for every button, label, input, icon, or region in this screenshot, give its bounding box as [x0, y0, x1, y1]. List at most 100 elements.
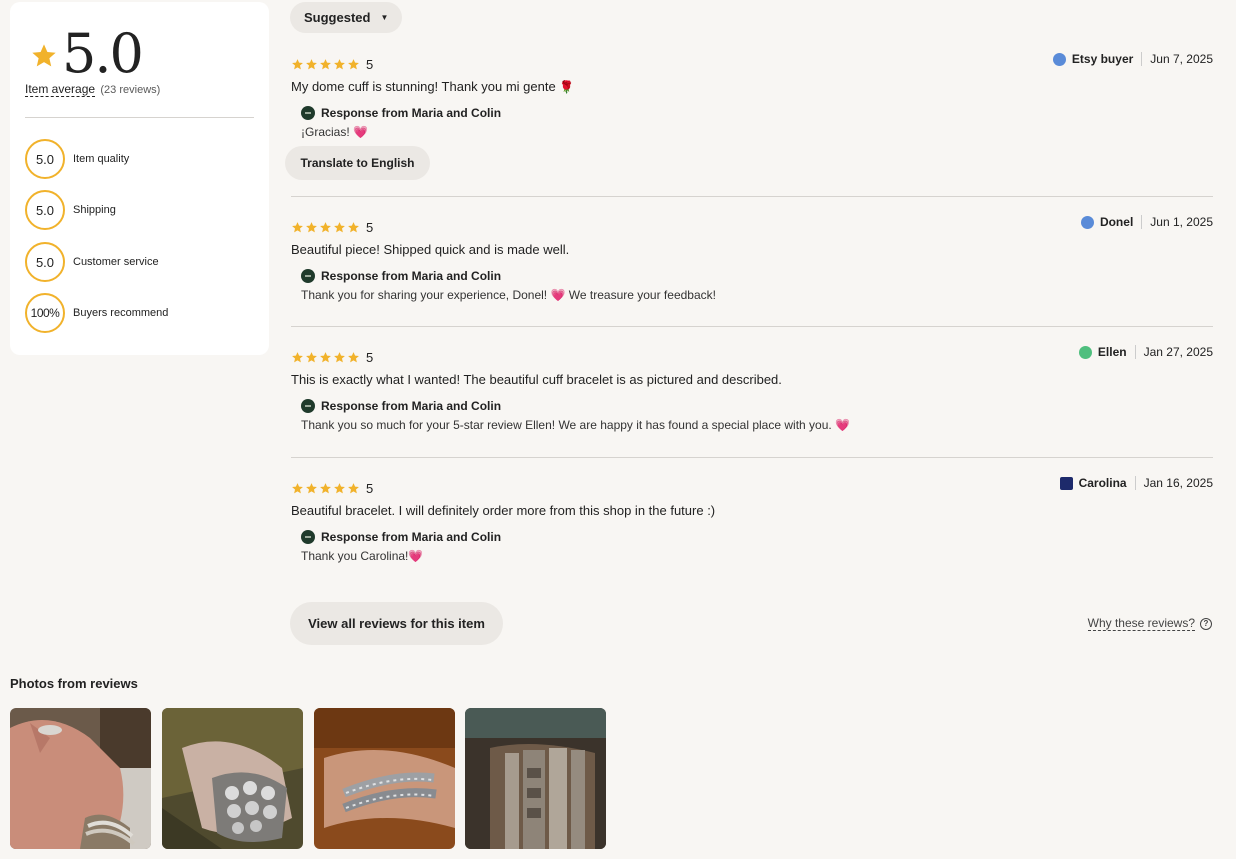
shop-avatar-icon	[301, 399, 315, 413]
star-rating	[291, 482, 360, 495]
user-avatar-icon	[1052, 52, 1066, 66]
why-these-reviews-link[interactable]: Why these reviews? ?	[1087, 616, 1212, 631]
rating-number: 5	[366, 56, 374, 72]
star-icon	[32, 44, 56, 67]
reviewer[interactable]: Carolina	[1059, 476, 1127, 490]
review-photo[interactable]	[465, 708, 606, 849]
star-icon	[306, 58, 317, 69]
response-header: Response from Maria and Colin	[301, 106, 1213, 120]
response-body: ¡Gracias!	[301, 125, 350, 139]
star-icon	[334, 351, 345, 362]
review-photo[interactable]	[10, 708, 151, 849]
photos-section-title: Photos from reviews	[10, 676, 138, 691]
star-icon	[320, 351, 331, 362]
review-meta: Ellen Jan 27, 2025	[1078, 345, 1213, 359]
review-item: 5 This is exactly what I wanted! The bea…	[291, 345, 1213, 432]
reviewer[interactable]: Ellen	[1078, 345, 1127, 359]
rating-number: 5	[366, 349, 374, 365]
help-icon: ?	[1200, 617, 1212, 630]
divider	[1134, 345, 1136, 359]
sort-dropdown[interactable]: Suggested ▼	[290, 2, 402, 33]
review-date: Jan 27, 2025	[1143, 345, 1213, 359]
rating-number: 5	[366, 219, 374, 235]
why-label: Why these reviews?	[1087, 616, 1195, 631]
star-icon	[292, 351, 303, 362]
review-text: My dome cuff is stunning! Thank you mi g…	[291, 79, 1213, 94]
response-text: Thank you Carolina!💗	[301, 549, 1213, 563]
review-text: Beautiful bracelet. I will definitely or…	[291, 503, 716, 518]
star-icon	[320, 58, 331, 69]
reviewer-name: Carolina	[1078, 476, 1127, 490]
sort-label: Suggested	[304, 10, 371, 25]
review-photo-image	[314, 708, 455, 849]
reviewer-name: Donel	[1099, 215, 1134, 229]
metric-label: Customer service	[73, 256, 159, 268]
user-avatar-icon	[1080, 215, 1094, 229]
response-body: Thank you Carolina!	[301, 549, 409, 563]
review-item: 5 My dome cuff is stunning! Thank you mi…	[291, 52, 1213, 139]
star-rating	[291, 221, 360, 234]
shop-avatar-icon	[301, 106, 315, 120]
star-icon	[292, 221, 303, 232]
review-meta: Carolina Jan 16, 2025	[1059, 476, 1213, 490]
review-photo[interactable]	[314, 708, 455, 849]
average-rating: 5.0	[30, 22, 144, 85]
star-icon	[306, 482, 317, 493]
response-text: Thank you for sharing your experience, D…	[301, 288, 1213, 302]
divider	[1134, 476, 1136, 490]
divider	[1141, 52, 1143, 66]
view-all-reviews-button[interactable]: View all reviews for this item	[290, 602, 503, 645]
star-icon	[306, 221, 317, 232]
translate-button[interactable]: Translate to English	[285, 146, 430, 180]
metric-label: Item quality	[73, 153, 130, 165]
response-text: Thank you so much for your 5-star review…	[301, 418, 1213, 432]
response-header: Response from Maria and Colin	[301, 399, 1213, 413]
metric-item-quality: 5.0 Item quality	[25, 139, 129, 179]
star-icon	[334, 58, 345, 69]
review-photo-image	[465, 708, 606, 849]
metric-score-ring: 100%	[25, 293, 65, 333]
shop-avatar-icon	[301, 269, 315, 283]
star-icon	[334, 482, 345, 493]
seller-response: Response from Maria and Colin Thank you …	[301, 399, 1213, 432]
star-icon	[348, 58, 359, 69]
reviewer-name: Ellen	[1097, 345, 1127, 359]
star-icon	[292, 58, 303, 69]
reviewer[interactable]: Etsy buyer	[1052, 52, 1133, 66]
star-rating	[291, 58, 360, 71]
review-photo[interactable]	[162, 708, 303, 849]
response-header: Response from Maria and Colin	[301, 269, 1213, 283]
average-score: 5.0	[62, 22, 144, 85]
review-photo-image	[10, 708, 151, 849]
heart-emoji-icon: 💗	[408, 549, 424, 563]
response-body: Thank you for sharing your experience, D…	[301, 288, 548, 302]
user-avatar-icon	[1059, 476, 1073, 490]
review-meta: Donel Jun 1, 2025	[1080, 215, 1213, 229]
user-avatar-icon	[1078, 345, 1092, 359]
review-text: Beautiful piece! Shipped quick and is ma…	[291, 242, 570, 257]
seller-response: Response from Maria and Colin Thank you …	[301, 269, 1213, 302]
response-title: Response from Maria and Colin	[321, 530, 502, 544]
seller-response: Response from Maria and Colin ¡Gracias! …	[301, 106, 1213, 139]
response-title: Response from Maria and Colin	[321, 399, 502, 413]
response-title: Response from Maria and Colin	[321, 269, 502, 283]
divider	[25, 117, 254, 118]
response-body-tail: We treasure your feedback!	[568, 288, 716, 302]
star-icon	[348, 221, 359, 232]
reviewer[interactable]: Donel	[1080, 215, 1134, 229]
item-average-link[interactable]: Item average	[25, 82, 96, 97]
review-item: 5 Beautiful bracelet. I will definitely …	[291, 476, 1213, 563]
review-photo-image	[162, 708, 303, 849]
review-text-body: My dome cuff is stunning! Thank you mi g…	[291, 79, 556, 94]
response-header: Response from Maria and Colin	[301, 530, 1213, 544]
star-icon	[320, 221, 331, 232]
heart-emoji-icon: 💗	[835, 418, 851, 432]
seller-response: Response from Maria and Colin Thank you …	[301, 530, 1213, 563]
review-date: Jun 7, 2025	[1150, 52, 1213, 66]
star-icon	[292, 482, 303, 493]
caret-down-icon: ▼	[380, 13, 389, 22]
review-text: This is exactly what I wanted! The beaut…	[291, 372, 782, 387]
star-icon	[320, 482, 331, 493]
metric-score-ring: 5.0	[25, 139, 65, 179]
metric-customer-service: 5.0 Customer service	[25, 242, 159, 282]
